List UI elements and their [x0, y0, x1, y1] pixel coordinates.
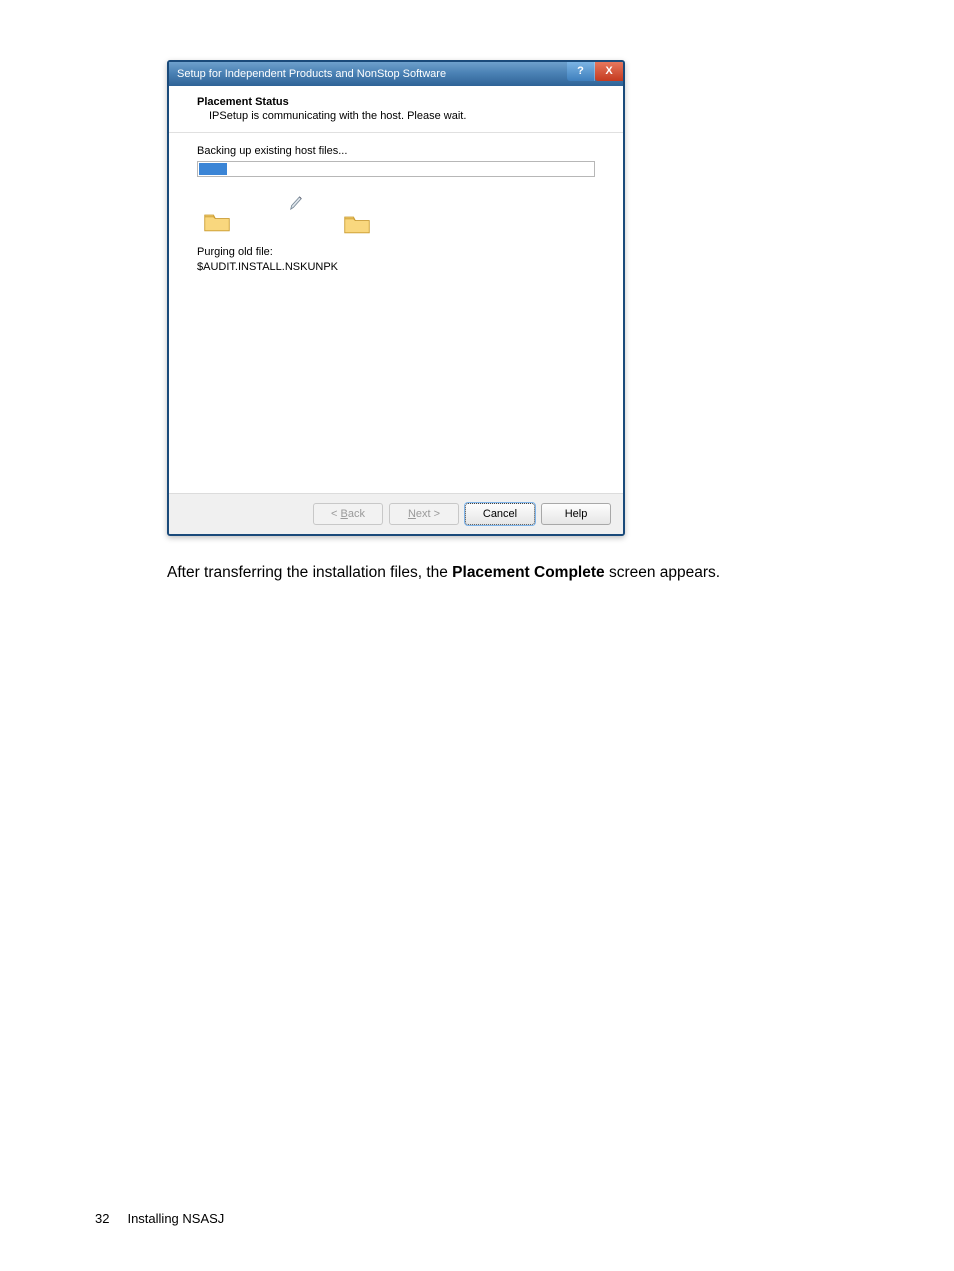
page-footer: 32 Installing NSASJ — [95, 1211, 224, 1226]
help-icon[interactable]: ? — [567, 61, 595, 81]
purge-text: Purging old file: $AUDIT.INSTALL.NSKUNPK — [197, 245, 595, 276]
caption-post: screen appears. — [605, 564, 720, 581]
caption-text: After transferring the installation file… — [167, 564, 859, 582]
placement-status-subtitle: IPSetup is communicating with the host. … — [209, 110, 595, 122]
close-icon[interactable]: X — [595, 61, 623, 81]
page-number: 32 — [95, 1211, 109, 1226]
dialog-body: Placement Status IPSetup is communicatin… — [169, 86, 623, 494]
window-buttons: ? X — [567, 61, 623, 81]
folder-source-icon — [203, 211, 231, 233]
pen-icon — [289, 195, 303, 211]
next-button: Next > — [389, 503, 459, 525]
backup-label: Backing up existing host files... — [197, 145, 595, 157]
cancel-button[interactable]: Cancel — [465, 503, 535, 525]
purge-path: $AUDIT.INSTALL.NSKUNPK — [197, 260, 595, 275]
window-title: Setup for Independent Products and NonSt… — [177, 68, 446, 80]
caption-pre: After transferring the installation file… — [167, 564, 452, 581]
progress-fill — [199, 163, 227, 175]
installer-dialog: Setup for Independent Products and NonSt… — [167, 60, 625, 536]
progress-bar — [197, 161, 595, 177]
back-button: < Back — [313, 503, 383, 525]
dialog-main: Backing up existing host files... — [169, 133, 623, 493]
footer-section: Installing NSASJ — [127, 1211, 224, 1226]
placement-status-title: Placement Status — [197, 96, 595, 108]
button-bar: < Back Next > Cancel Help — [169, 494, 623, 534]
folder-dest-icon — [343, 213, 371, 235]
dialog-help-button[interactable]: Help — [541, 503, 611, 525]
purge-label: Purging old file: — [197, 245, 595, 260]
caption-bold: Placement Complete — [452, 564, 604, 581]
titlebar: Setup for Independent Products and NonSt… — [169, 62, 623, 86]
dialog-header: Placement Status IPSetup is communicatin… — [169, 86, 623, 133]
transfer-illustration — [197, 193, 595, 239]
